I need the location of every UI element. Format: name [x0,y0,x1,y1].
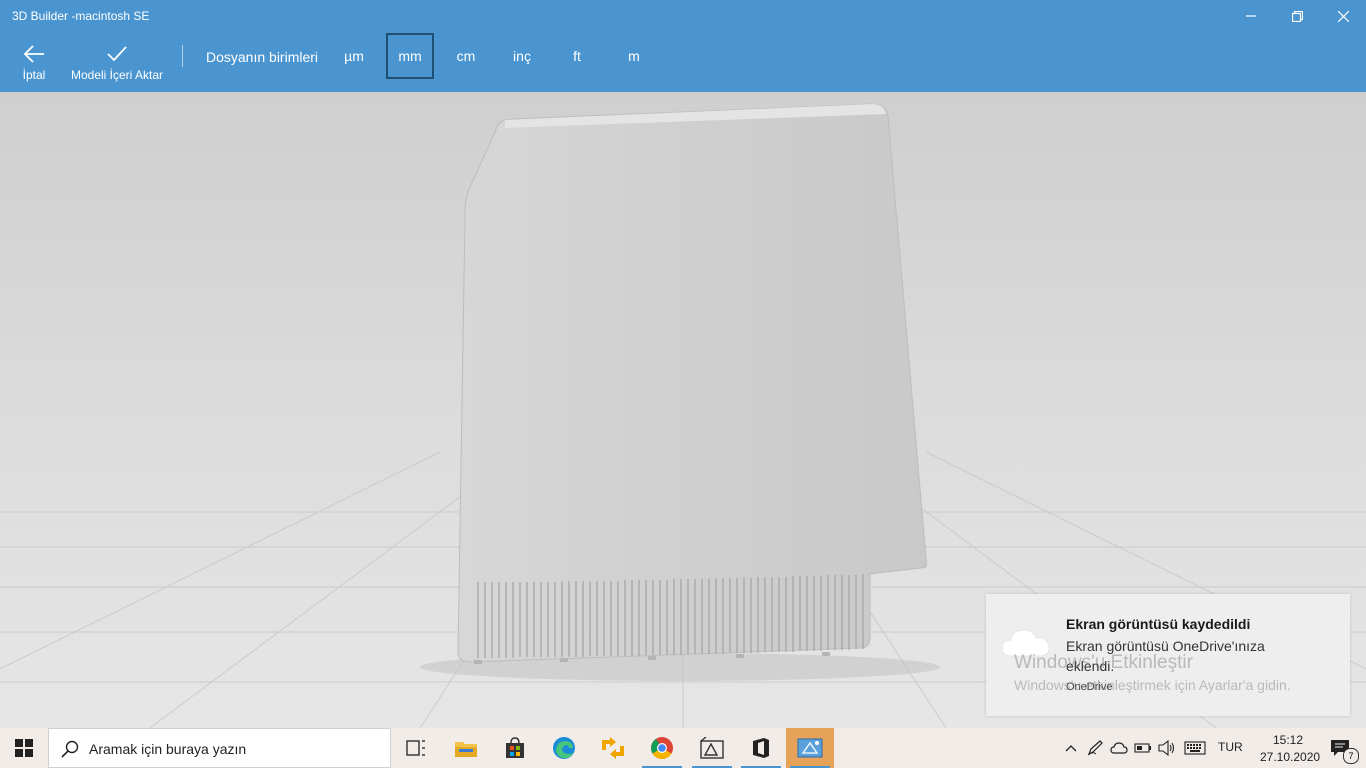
show-hidden-icons[interactable] [1062,728,1080,768]
minimize-button[interactable] [1228,0,1274,32]
unit-meter[interactable]: m [610,33,658,79]
window-title: 3D Builder -macintosh SE [12,9,150,23]
tray-battery[interactable] [1132,728,1154,768]
cancel-button[interactable]: İptal [14,32,54,92]
tray-pen[interactable] [1084,728,1106,768]
store-bag-icon [506,737,524,758]
checkmark-icon [107,46,127,62]
restore-icon [1291,10,1303,22]
tray-onedrive[interactable] [1108,728,1130,768]
chrome-browser-icon [651,737,673,759]
office-icon [753,738,769,758]
unit-centimeter[interactable]: cm [442,33,490,79]
taskbar-search-box[interactable]: Aramak için buraya yazın [48,728,391,768]
clock-time: 15:12 [1272,733,1304,747]
restore-button[interactable] [1274,0,1320,32]
taskbar: Aramak için buraya yazın TUR 15:12 27.10… [0,728,1366,768]
import-model-button[interactable]: Modeli İçeri Aktar [66,32,168,92]
activation-watermark-title: Windows'u Etkinleştir [1014,652,1193,673]
taskbar-app-arrows[interactable] [589,728,637,768]
chevron-up-icon [1065,745,1077,752]
task-view-button[interactable] [392,728,440,768]
search-placeholder: Aramak için buraya yazın [89,741,247,757]
taskbar-clock[interactable]: 15:12 27.10.2020 [1260,732,1321,766]
close-icon [1337,10,1349,22]
onedrive-tray-icon [1110,742,1128,754]
back-arrow-icon [23,45,44,63]
taskbar-app-photo[interactable] [688,728,736,768]
import-model-label: Modeli İçeri Aktar [70,68,164,82]
unit-millimeter[interactable]: mm [386,33,434,79]
command-bar: İptal Modeli İçeri Aktar Dosyanın biriml… [0,32,1366,92]
speaker-icon [1158,740,1175,756]
taskbar-app-office[interactable] [737,728,785,768]
pen-workspace-icon [1087,740,1103,756]
activation-watermark-text: Windows'u etkinleştirmek için Ayarlar'a … [1014,677,1291,693]
unit-micrometer[interactable]: µm [330,33,378,79]
cancel-label: İptal [22,68,46,82]
file-units-label: Dosyanın birimleri [206,49,319,65]
title-bar: 3D Builder -macintosh SE [0,0,1366,32]
action-center-button[interactable]: 7 [1320,728,1360,768]
notification-count-badge: 7 [1343,748,1359,764]
close-button[interactable] [1320,0,1366,32]
tray-touch-keyboard[interactable] [1182,728,1208,768]
search-icon [61,740,79,758]
folder-icon [455,742,477,757]
taskbar-file-explorer[interactable] [442,728,490,768]
input-language[interactable]: TUR [1218,740,1243,754]
taskbar-3d-builder[interactable] [786,728,834,768]
command-separator [182,45,183,67]
taskbar-edge[interactable] [540,728,588,768]
edge-browser-icon [553,737,575,759]
clock-date: 27.10.2020 [1260,750,1321,764]
taskbar-chrome[interactable] [638,728,686,768]
toast-title: Ekran görüntüsü kaydedildi [1066,616,1251,632]
task-view-icon [406,740,425,756]
unit-foot[interactable]: ft [553,33,601,79]
minimize-icon [1246,15,1256,17]
keyboard-icon [1184,741,1206,755]
3d-builder-icon [797,738,823,758]
transfer-arrows-icon [602,737,624,759]
start-button[interactable] [0,728,48,768]
battery-icon [1134,743,1151,753]
windows-logo-icon [15,739,33,757]
unit-inch[interactable]: inç [498,33,546,79]
tray-volume[interactable] [1156,728,1178,768]
taskbar-store[interactable] [491,728,539,768]
image-editor-icon [700,737,724,759]
